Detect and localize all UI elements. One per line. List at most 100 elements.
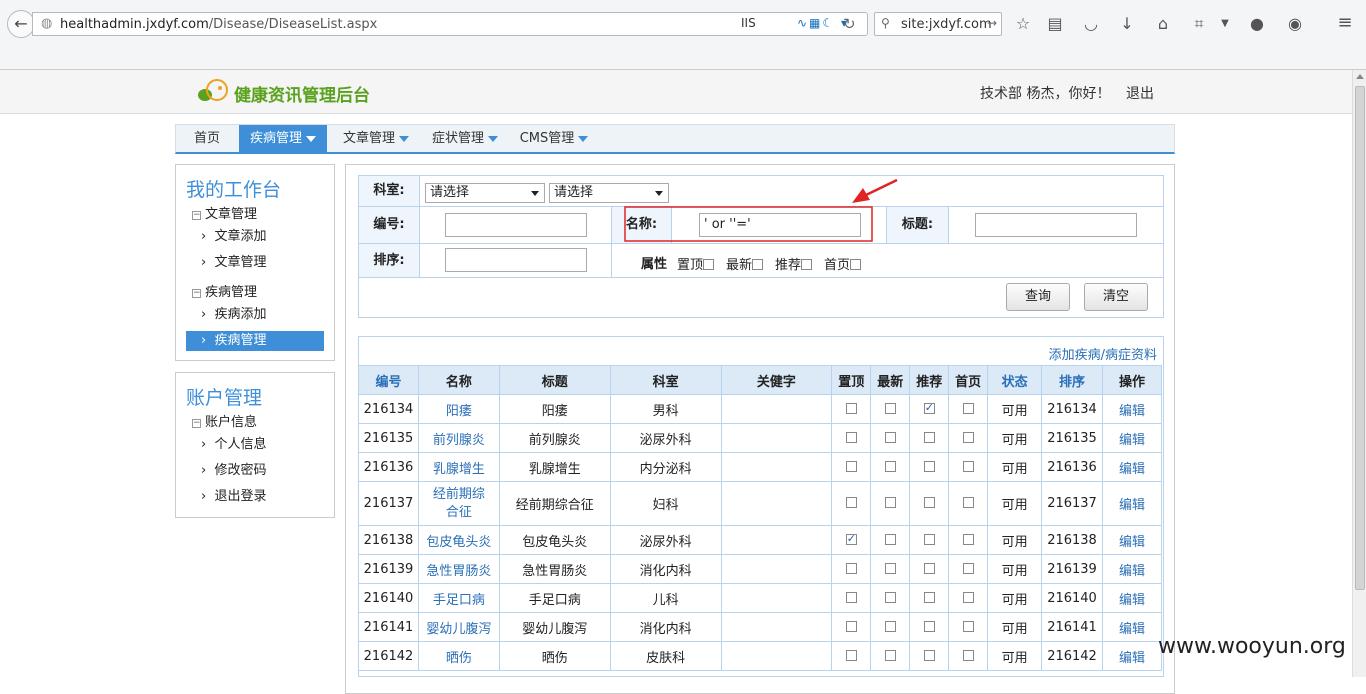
attr-home-checkbox[interactable] bbox=[850, 259, 862, 270]
attr-recommend-checkbox[interactable] bbox=[801, 259, 813, 270]
attr-new[interactable]: 最新 bbox=[726, 254, 764, 273]
recommend-checkbox[interactable] bbox=[923, 431, 935, 443]
top-checkbox[interactable] bbox=[845, 532, 857, 545]
address-bar[interactable]: ◍ healthadmin.jxdyf.com/Disease/DiseaseL… bbox=[32, 12, 868, 36]
latest-checkbox[interactable] bbox=[884, 402, 896, 414]
home-checkbox[interactable] bbox=[962, 591, 974, 603]
department-select-1[interactable]: 请选择 bbox=[425, 183, 545, 203]
cell-name[interactable]: 急性胃肠炎 bbox=[417, 554, 500, 584]
top-checkbox[interactable] bbox=[845, 460, 857, 472]
nav-home[interactable]: 首页 bbox=[176, 125, 238, 153]
recommend-checkbox[interactable] bbox=[923, 401, 935, 414]
department-select-2[interactable]: 请选择 bbox=[549, 183, 669, 203]
home-icon[interactable]: ⌂ bbox=[1152, 14, 1174, 33]
bookmark-star-icon[interactable]: ☆ bbox=[1012, 14, 1034, 33]
latest-checkbox[interactable] bbox=[884, 649, 896, 661]
addon-icon[interactable]: ◉ bbox=[1284, 14, 1306, 33]
clear-button[interactable]: 清空 bbox=[1084, 283, 1148, 311]
home-checkbox[interactable] bbox=[962, 402, 974, 414]
latest-checkbox[interactable] bbox=[884, 620, 896, 632]
nav-symptom[interactable]: 症状管理 bbox=[426, 125, 504, 153]
top-checkbox[interactable] bbox=[845, 497, 857, 508]
cell-action[interactable]: 编辑 bbox=[1102, 481, 1162, 526]
recommend-checkbox[interactable] bbox=[923, 562, 935, 574]
col-header-id[interactable]: 编号 bbox=[359, 365, 419, 395]
attr-home[interactable]: 首页 bbox=[824, 254, 862, 273]
sidebar-item-logout[interactable]: › 退出登录 bbox=[186, 487, 324, 507]
top-checkbox[interactable] bbox=[845, 402, 857, 414]
code-field[interactable] bbox=[445, 213, 587, 237]
browser-search-box[interactable]: ⚲ site:jxdyf.com → bbox=[874, 12, 1002, 36]
sidebar-item-personal-info[interactable]: › 个人信息 bbox=[186, 435, 324, 455]
sidebar-item-article-manage[interactable]: › 文章管理 bbox=[186, 253, 324, 273]
recommend-checkbox[interactable] bbox=[923, 649, 935, 661]
scroll-thumb[interactable] bbox=[1355, 86, 1365, 590]
add-disease-link[interactable]: 添加疾病/病症资料 bbox=[1049, 344, 1157, 363]
attr-top-checkbox[interactable] bbox=[703, 259, 715, 270]
cell-name[interactable]: 经前期综合征 bbox=[417, 481, 500, 526]
reading-list-icon[interactable]: ▤ bbox=[1044, 14, 1066, 33]
cell-action[interactable]: 编辑 bbox=[1102, 394, 1162, 424]
title-field[interactable] bbox=[975, 213, 1137, 237]
recommend-checkbox[interactable] bbox=[923, 460, 935, 472]
pocket-icon[interactable]: ◡ bbox=[1080, 14, 1102, 33]
top-checkbox[interactable] bbox=[845, 562, 857, 574]
name-field[interactable]: ' or ''=' bbox=[699, 213, 861, 237]
cell-name[interactable]: 手足口病 bbox=[417, 583, 500, 613]
top-checkbox[interactable] bbox=[845, 620, 857, 632]
cell-name[interactable]: 婴幼儿腹泻 bbox=[417, 612, 500, 642]
cell-name[interactable]: 阳痿 bbox=[417, 394, 500, 424]
latest-checkbox[interactable] bbox=[884, 460, 896, 472]
reload-icon[interactable]: ↻ bbox=[843, 15, 856, 33]
cell-name[interactable]: 前列腺炎 bbox=[417, 423, 500, 453]
recommend-checkbox[interactable] bbox=[923, 620, 935, 632]
sort-field[interactable] bbox=[445, 248, 587, 272]
cell-action[interactable]: 编辑 bbox=[1102, 452, 1162, 482]
cell-action[interactable]: 编辑 bbox=[1102, 612, 1162, 642]
home-checkbox[interactable] bbox=[962, 649, 974, 661]
account-group[interactable]: − 账户信息 bbox=[192, 411, 257, 430]
attr-new-checkbox[interactable] bbox=[752, 259, 764, 270]
chat-icon[interactable]: ● bbox=[1246, 14, 1268, 33]
nav-disease[interactable]: 疾病管理 bbox=[239, 125, 327, 153]
cell-action[interactable]: 编辑 bbox=[1102, 554, 1162, 584]
nav-article[interactable]: 文章管理 bbox=[336, 125, 416, 153]
sidebar-item-article-add[interactable]: › 文章添加 bbox=[186, 227, 324, 247]
cell-action[interactable]: 编辑 bbox=[1102, 641, 1162, 671]
cell-name[interactable]: 晒伤 bbox=[417, 641, 500, 671]
latest-checkbox[interactable] bbox=[884, 533, 896, 545]
latest-checkbox[interactable] bbox=[884, 497, 896, 508]
latest-checkbox[interactable] bbox=[884, 431, 896, 443]
sidebar-item-disease-manage[interactable]: › 疾病管理 bbox=[186, 331, 324, 351]
page-scrollbar[interactable] bbox=[1352, 70, 1366, 677]
top-checkbox[interactable] bbox=[845, 649, 857, 661]
scroll-up-icon[interactable] bbox=[1356, 74, 1364, 79]
home-checkbox[interactable] bbox=[962, 562, 974, 574]
cell-action[interactable]: 编辑 bbox=[1102, 423, 1162, 453]
nav-cms[interactable]: CMS管理 bbox=[514, 125, 594, 153]
col-header-status[interactable]: 状态 bbox=[987, 365, 1043, 395]
sidebar-item-change-password[interactable]: › 修改密码 bbox=[186, 461, 324, 481]
recommend-checkbox[interactable] bbox=[923, 533, 935, 545]
sidebar-item-disease-add[interactable]: › 疾病添加 bbox=[186, 305, 324, 325]
back-arrow-icon[interactable]: ← bbox=[7, 10, 35, 38]
cell-name[interactable]: 乳腺增生 bbox=[417, 452, 500, 482]
cell-action[interactable]: 编辑 bbox=[1102, 525, 1162, 555]
disease-group[interactable]: − 疾病管理 bbox=[192, 281, 257, 300]
latest-checkbox[interactable] bbox=[884, 562, 896, 574]
top-checkbox[interactable] bbox=[845, 591, 857, 603]
attr-top[interactable]: 置顶 bbox=[677, 254, 715, 273]
home-checkbox[interactable] bbox=[962, 620, 974, 632]
dropdown-icon[interactable]: ▼ bbox=[1214, 18, 1236, 29]
recommend-checkbox[interactable] bbox=[923, 591, 935, 603]
latest-checkbox[interactable] bbox=[884, 591, 896, 603]
col-header-sort[interactable]: 排序 bbox=[1041, 365, 1104, 395]
search-go-icon[interactable]: → bbox=[987, 16, 997, 30]
home-checkbox[interactable] bbox=[962, 497, 974, 508]
screenshot-icon[interactable]: ⌗ bbox=[1188, 14, 1210, 34]
recommend-checkbox[interactable] bbox=[923, 497, 935, 508]
attr-recommend[interactable]: 推荐 bbox=[775, 254, 813, 273]
download-icon[interactable]: ↓ bbox=[1116, 14, 1138, 33]
cell-action[interactable]: 编辑 bbox=[1102, 583, 1162, 613]
home-checkbox[interactable] bbox=[962, 533, 974, 545]
